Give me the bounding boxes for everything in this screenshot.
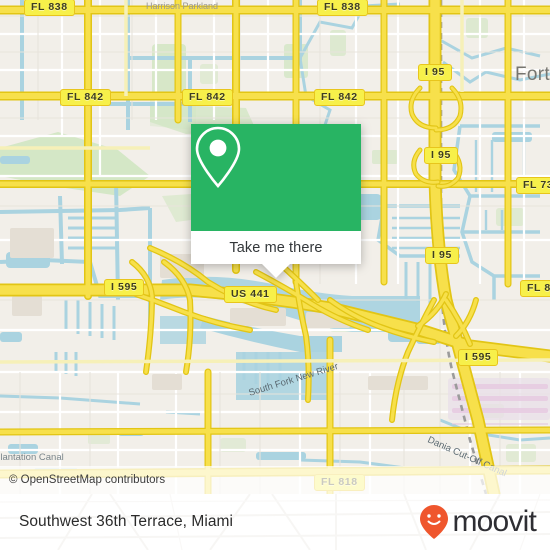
road-shield-fl-842-east[interactable]: FL 842 [314,89,365,106]
moovit-place-card: Harrison Parkland South Fork New River D… [0,0,550,550]
footer-bar: Southwest 36th Terrace, Miami moovit [0,494,550,550]
map-pin-icon [195,126,241,188]
water-label-plantation-canal: Plantation Canal [0,452,64,463]
moovit-logo[interactable]: moovit [419,494,537,550]
callout-label: Take me there [229,239,323,256]
road-shield-i-95-south[interactable]: I 95 [425,247,459,264]
road-shield-fl-842-west[interactable]: FL 842 [60,89,111,106]
road-shield-fl-838-east[interactable]: FL 838 [317,0,368,16]
moovit-wordmark: moovit [452,505,536,538]
moovit-smiley-pin-icon [420,505,449,539]
road-shield-us-441[interactable]: US 441 [224,286,277,303]
road-shield-fl-838-west[interactable]: FL 838 [24,0,75,16]
take-me-there-callout[interactable]: Take me there [191,124,361,278]
road-shield-fl-842-mid[interactable]: FL 842 [182,89,233,106]
place-label-fort-lauderdale: Fort [515,64,550,85]
page-title: Southwest 36th Terrace, Miami [19,513,233,530]
road-shield-i-95-mid[interactable]: I 95 [424,147,458,164]
callout-pointer-tail [262,264,290,278]
road-shield-i-595-west[interactable]: I 595 [104,279,145,296]
road-shield-fl-736[interactable]: FL 736 [516,177,550,194]
map-top-label: Harrison Parkland [146,1,219,11]
osm-attribution-text[interactable]: © OpenStreetMap contributors [0,474,165,486]
map-attribution-bar: © OpenStreetMap contributors [0,466,550,494]
callout-label-area[interactable]: Take me there [191,231,361,264]
road-shield-i-595-east[interactable]: I 595 [458,349,499,366]
callout-icon-area [191,124,361,231]
road-shield-fl-84[interactable]: FL 84 [520,280,550,297]
map-canvas[interactable]: Harrison Parkland South Fork New River D… [0,0,550,494]
road-shield-i-95-north[interactable]: I 95 [418,64,452,81]
